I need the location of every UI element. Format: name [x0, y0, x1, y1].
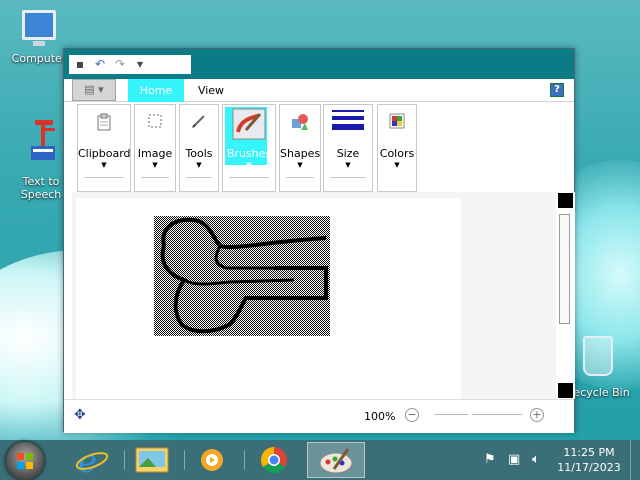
zoom-slider[interactable]: [434, 414, 522, 415]
line-size-icon: [332, 110, 364, 130]
tab-view[interactable]: View: [188, 79, 234, 102]
taskbar-internet-explorer[interactable]: e: [64, 442, 120, 480]
computer-icon: [22, 10, 56, 46]
zoom-out-button[interactable]: −: [405, 408, 419, 422]
canvas-drawing: [154, 216, 330, 336]
zoom-level: 100%: [364, 410, 396, 423]
system-clock[interactable]: 11:25 PM 11/17/2023: [556, 445, 622, 475]
ribbon-group-clipboard[interactable]: Clipboard ▼: [77, 104, 131, 192]
quick-access-toolbar: ▪ ↶ ↷ ▾: [69, 55, 191, 74]
redo-icon[interactable]: ↷: [112, 57, 128, 72]
ribbon-group-label: Brushes: [226, 147, 272, 160]
ribbon-group-label: Shapes: [280, 147, 321, 160]
file-menu-button[interactable]: ▤ ▾: [72, 79, 116, 101]
tab-home[interactable]: Home: [128, 79, 184, 102]
zoom-slider-handle[interactable]: [468, 408, 472, 420]
chevron-down-icon: ▼: [246, 161, 252, 169]
photo-gallery-icon: [135, 447, 169, 473]
ribbon: Clipboard ▼ Image ▼ Tools ▼ Brushes ▼ Sh…: [64, 102, 574, 192]
drawing-canvas[interactable]: [76, 198, 461, 399]
ribbon-group-colors[interactable]: Colors ▼: [377, 104, 417, 192]
ribbon-group-image[interactable]: Image ▼: [134, 104, 176, 192]
ribbon-group-size[interactable]: Size ▼: [323, 104, 373, 192]
ribbon-group-label: Clipboard: [78, 147, 131, 160]
recycle-bin-icon: [583, 336, 613, 376]
vertical-scrollbar[interactable]: [556, 192, 575, 399]
customize-toolbar-icon[interactable]: ▾: [132, 57, 148, 72]
ribbon-group-brushes[interactable]: Brushes ▼: [222, 104, 276, 192]
palette-icon: [389, 113, 405, 129]
undo-icon[interactable]: ↶: [92, 57, 108, 72]
action-center-icon[interactable]: ⚑: [484, 452, 496, 467]
paint-icon: [319, 448, 353, 474]
ribbon-tab-bar: ▤ ▾ Home View ?: [64, 79, 574, 102]
zoom-in-button[interactable]: +: [530, 408, 544, 422]
scroll-up-button[interactable]: [558, 193, 573, 208]
clipboard-icon: [97, 113, 111, 131]
canvas-workspace[interactable]: [72, 192, 575, 399]
taskbar-media-player[interactable]: [184, 442, 240, 478]
move-cursor-icon: ✥: [74, 407, 86, 423]
brush-icon: [232, 108, 266, 140]
ribbon-group-shapes[interactable]: Shapes ▼: [279, 104, 321, 192]
start-button[interactable]: [6, 442, 44, 480]
desktop-icon-label: Text to Speech: [20, 175, 62, 201]
ribbon-group-label: Image: [137, 147, 173, 160]
shapes-icon: [292, 114, 308, 130]
select-icon: [148, 114, 162, 128]
internet-explorer-icon: e: [75, 442, 109, 480]
text-to-speech-icon: [31, 120, 55, 160]
show-desktop-button[interactable]: [630, 440, 640, 480]
taskbar: e ⚑ ▣ �: [0, 440, 640, 480]
paint-window: ▪ ↶ ↷ ▾ ▤ ▾ Home View ? Clipboard ▼ Imag…: [63, 48, 575, 433]
clock-date: 11/17/2023: [557, 461, 621, 474]
chevron-down-icon: ▼: [152, 161, 158, 169]
scroll-down-button[interactable]: [558, 383, 573, 398]
ribbon-group-tools[interactable]: Tools ▼: [179, 104, 219, 192]
windows-logo-icon: [17, 453, 33, 469]
network-icon[interactable]: ▣: [508, 452, 520, 467]
chrome-icon: [260, 446, 287, 474]
media-player-icon: [201, 449, 223, 471]
taskbar-photo-gallery[interactable]: [124, 442, 180, 478]
clock-time: 11:25 PM: [563, 446, 615, 459]
help-icon[interactable]: ?: [550, 83, 564, 97]
scroll-thumb[interactable]: [559, 214, 570, 324]
ribbon-group-label: Tools: [185, 147, 213, 160]
chevron-down-icon: ▼: [101, 161, 107, 169]
chevron-down-icon: ▼: [345, 161, 351, 169]
save-icon[interactable]: ▪: [72, 57, 88, 72]
volume-icon[interactable]: 🔈︎: [532, 452, 540, 467]
title-bar[interactable]: ▪ ↶ ↷ ▾: [64, 49, 574, 79]
taskbar-chrome[interactable]: [246, 442, 302, 478]
status-bar: ✥ 100% − +: [64, 399, 574, 433]
pencil-icon: [192, 115, 205, 128]
chevron-down-icon: ▼: [394, 161, 400, 169]
chevron-down-icon: ▼: [196, 161, 202, 169]
ribbon-group-label: Size: [336, 147, 360, 160]
taskbar-paint[interactable]: [307, 442, 365, 478]
ribbon-group-label: Colors: [379, 147, 415, 160]
chevron-down-icon: ▼: [297, 161, 303, 169]
